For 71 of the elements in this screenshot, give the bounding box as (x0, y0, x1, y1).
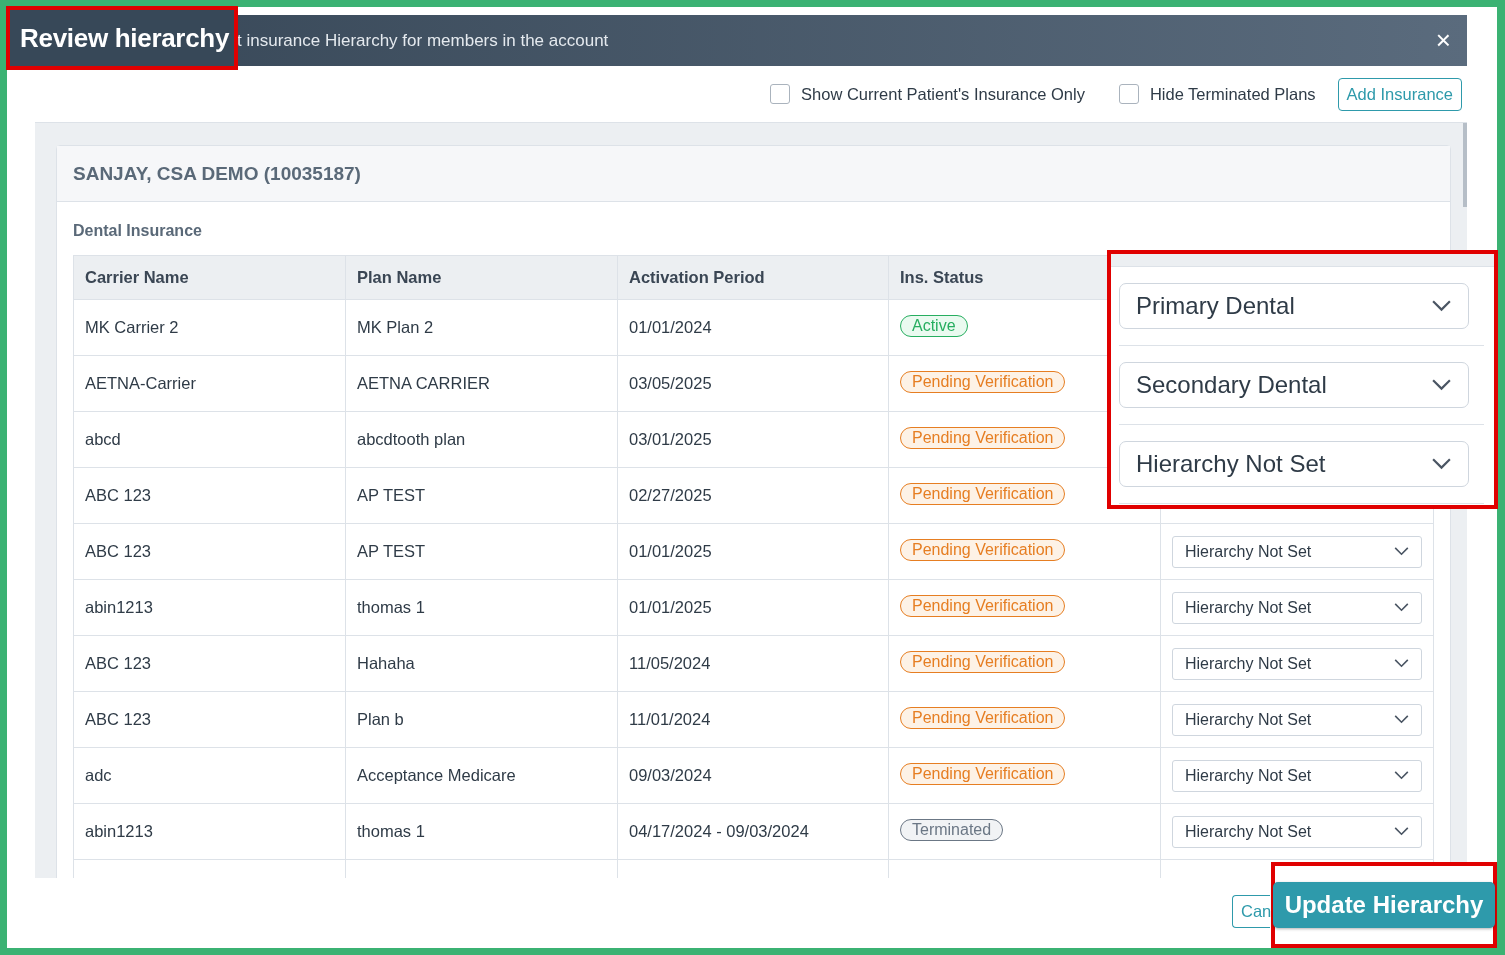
table-cell: AP TEST (346, 524, 618, 580)
table-cell: MK Plan 2 (346, 300, 618, 356)
dialog-subtitle: t insurance Hierarchy for members in the account (237, 30, 609, 51)
table-cell: ABC 123 (74, 692, 346, 748)
table-cell: 09/03/2024 (618, 748, 889, 804)
hierarchy-dropdown[interactable]: Primary Dental (1119, 283, 1469, 329)
chevron-down-icon (1431, 379, 1452, 391)
chevron-down-icon (1394, 603, 1409, 612)
table-cell: thomas 1 (346, 580, 618, 636)
table-cell: 04/17/2024 - 09/03/2024 (618, 804, 889, 860)
table-cell: abcdtooth plan (346, 412, 618, 468)
checkbox-label[interactable]: Hide Terminated Plans (1149, 84, 1316, 104)
table-cell: abcd (74, 412, 346, 468)
section-title: Dental Insurance (73, 222, 203, 240)
status-badge: Active (900, 314, 968, 337)
status-badge: Pending Verification (900, 538, 1066, 561)
chevron-down-icon (1394, 771, 1409, 780)
hierarchy-dropdown[interactable]: Secondary Dental (1119, 362, 1469, 408)
hierarchy-dropdown[interactable]: Hierarchy Not Set (1119, 441, 1469, 487)
chevron-down-icon (1431, 300, 1452, 312)
close-button[interactable]: × (1431, 25, 1455, 56)
status-badge: Pending Verification (900, 762, 1066, 785)
column-header: Plan Name (346, 256, 618, 300)
checkbox[interactable] (770, 84, 791, 104)
hierarchy-dropdown[interactable]: Hierarchy Not Set (1172, 591, 1422, 624)
member-name: SANJAY, CSA DEMO (10035187) (73, 162, 361, 185)
table-cell: AP TEST (346, 468, 618, 524)
dialog-title: Review hierarchy (20, 22, 230, 54)
hierarchy-dropdown[interactable]: Hierarchy Not Set (1172, 815, 1422, 848)
chevron-down-icon (1394, 659, 1409, 668)
status-badge: Pending Verification (900, 706, 1066, 729)
chevron-down-icon (1394, 547, 1409, 556)
column-header: Activation Period (618, 256, 889, 300)
hierarchy-dropdown[interactable]: Hierarchy Not Set (1172, 759, 1422, 792)
hierarchy-dropdown[interactable]: Hierarchy Not Set (1172, 647, 1422, 680)
hierarchy-dropdown[interactable]: Hierarchy Not Set (1172, 535, 1422, 568)
table-cell: ABC 123 (74, 524, 346, 580)
table-cell: 03/05/2025 (618, 356, 889, 412)
table-cell: 11/05/2024 (618, 636, 889, 692)
hierarchy-dropdown[interactable]: Hierarchy Not Set (1172, 703, 1422, 736)
checkbox-label[interactable]: Show Current Patient's Insurance Only (801, 84, 1085, 104)
table-cell: abin1213 (74, 580, 346, 636)
table-cell: 02/27/2025 (618, 468, 889, 524)
table-cell: 01/01/2024 (618, 300, 889, 356)
table-cell: Acceptance Medicare (346, 748, 618, 804)
column-header: Carrier Name (74, 256, 346, 300)
table-cell: MK Carrier 2 (74, 300, 346, 356)
table-cell: Hahaha (346, 636, 618, 692)
table-cell: AETNA CARRIER (346, 356, 618, 412)
status-badge: Pending Verification (900, 650, 1066, 673)
table-cell: abin1213 (74, 804, 346, 860)
table-cell: 01/01/2025 (618, 580, 889, 636)
chevron-down-icon (1394, 715, 1409, 724)
status-badge: Terminated (900, 818, 1004, 841)
table-cell: ABC 123 (74, 636, 346, 692)
chevron-down-icon (1394, 827, 1409, 836)
table-cell: 11/01/2024 (618, 692, 889, 748)
chevron-down-icon (1431, 458, 1452, 470)
scrollbar-thumb[interactable] (1463, 123, 1467, 207)
status-badge: Pending Verification (900, 426, 1066, 449)
status-badge: Pending Verification (900, 482, 1066, 505)
status-badge: Pending Verification (900, 370, 1066, 393)
status-badge: Pending Verification (900, 594, 1066, 617)
table-cell: 03/01/2025 (618, 412, 889, 468)
table-cell: ABC 123 (74, 468, 346, 524)
table-cell: adc (74, 748, 346, 804)
table-cell: AETNA-Carrier (74, 356, 346, 412)
table-cell: thomas 1 (346, 804, 618, 860)
table-cell: 01/01/2025 (618, 524, 889, 580)
checkbox[interactable] (1118, 84, 1139, 104)
table-cell: Plan b (346, 692, 618, 748)
